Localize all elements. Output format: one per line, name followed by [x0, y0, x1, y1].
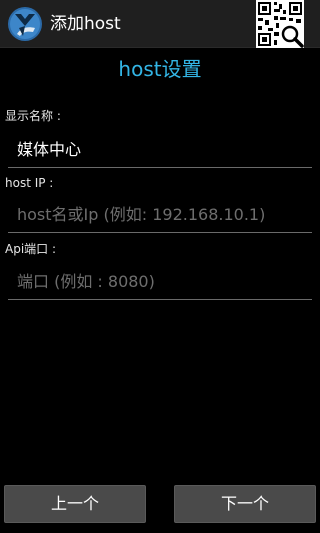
- section-title: host设置: [118, 57, 202, 81]
- qr-code-scan-icon[interactable]: [256, 0, 304, 48]
- app-title: 添加host: [50, 14, 121, 34]
- host-ip-input[interactable]: host名或Ip (例如: 192.168.10.1): [8, 197, 312, 233]
- display-name-input[interactable]: 媒体中心: [8, 132, 312, 168]
- action-bar: 添加host: [0, 0, 320, 48]
- api-port-input[interactable]: 端口 (例如 : 8080): [8, 264, 312, 300]
- screen: 添加host host设置 显示名称: 媒体中心 host IP: host…: [0, 0, 320, 533]
- host-ip-label: host IP :: [5, 176, 54, 190]
- next-button[interactable]: 下一个: [174, 485, 316, 523]
- display-name-label: 显示名称 :: [5, 109, 61, 123]
- app-logo-icon[interactable]: [7, 6, 43, 42]
- api-port-label: Api端口 :: [5, 242, 57, 256]
- previous-button[interactable]: 上一个: [4, 485, 146, 523]
